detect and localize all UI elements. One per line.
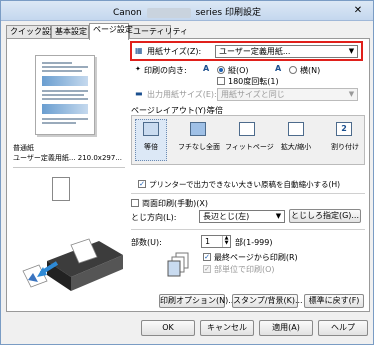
landscape-radio[interactable] [289, 66, 297, 74]
portrait-radio[interactable] [217, 66, 225, 74]
orientation-bullet: ✦ [135, 65, 141, 73]
defaults-button[interactable]: 標準に戻す(F) [304, 294, 364, 308]
tab-page-setup[interactable]: ページ設定 [89, 23, 133, 40]
layout-borderless-icon[interactable] [190, 122, 206, 136]
output-size-label: 出力用紙サイズ(E): [147, 90, 217, 99]
rotate180-label: 180度回転(1) [228, 77, 279, 86]
layout-normal-label: 等倍 [144, 143, 158, 151]
divider [131, 229, 365, 230]
page-layout-options: 等倍 フチなし全面 フィットページ 拡大/縮小 2 割り付け [131, 115, 365, 165]
copies-value: 1 [205, 237, 211, 246]
cancel-button[interactable]: キャンセル [200, 320, 254, 336]
title-bar: Canon series 印刷設定 ✕ [1, 1, 373, 21]
layout-scaled-label: 拡大/縮小 [280, 143, 312, 151]
title-brand: Canon [113, 8, 142, 18]
portrait-label: 縦(O) [228, 66, 249, 75]
stepper-arrows-icon[interactable]: ▲ ▼ [222, 236, 230, 247]
binding-select[interactable]: 長辺とじ(左) ▼ [199, 210, 285, 223]
duplex-label: 両面印刷(手動)(X) [142, 199, 208, 208]
copies-label: 部数(U): [131, 238, 162, 247]
copies-icon [167, 252, 189, 277]
landscape-icon: A [275, 64, 282, 73]
help-button[interactable]: ヘルプ [318, 320, 368, 336]
copies-range: 部(1-999) [235, 238, 273, 247]
tab-basic-settings[interactable]: 基本設定 [51, 25, 89, 39]
reverse-order-checkbox[interactable] [203, 253, 211, 261]
copies-stepper[interactable]: 1 ▲ ▼ [201, 235, 231, 248]
paper-size-icon: ▦ [135, 46, 143, 55]
layout-fit-page-label: フィットページ [225, 143, 274, 151]
chevron-down-icon: ▼ [275, 212, 282, 220]
margin-setting-button[interactable]: とじしろ指定(G)... [289, 209, 361, 223]
stamp-background-button[interactable]: スタンプ/背景(K)... [232, 294, 303, 308]
divider [13, 167, 125, 168]
media-size: ユーザー定義用紙... 210.0x297... [13, 154, 122, 162]
paper-size-label: 用紙サイズ(Z): [147, 47, 202, 56]
paper-size-select[interactable]: ユーザー定義用紙... ▼ [215, 45, 358, 58]
output-size-value: 用紙サイズと同じ [221, 90, 285, 99]
rotate180-checkbox[interactable] [217, 77, 225, 85]
title-suffix: series 印刷設定 [195, 8, 261, 18]
paper-size-value: ユーザー定義用紙... [219, 47, 291, 56]
auto-reduce-label: プリンターで出力できない大きい原稿を自動縮小する(H) [149, 180, 341, 189]
media-info: 普通紙 ユーザー定義用紙... 210.0x297... [13, 143, 123, 163]
reverse-order-label: 最終ページから印刷(R) [214, 253, 298, 262]
preview-image [42, 104, 88, 114]
layout-n-up-icon[interactable]: 2 [336, 122, 352, 136]
divider [131, 193, 365, 194]
apply-button[interactable]: 適用(A) [259, 320, 313, 336]
preview-image [42, 76, 88, 86]
binding-label: とじ方向(L): [131, 213, 177, 222]
media-type: 普通紙 [13, 144, 34, 152]
layout-fit-page-icon[interactable] [239, 122, 255, 136]
output-size-select[interactable]: 用紙サイズと同じ ▼ [217, 88, 358, 101]
window-title: Canon series 印刷設定 [1, 5, 373, 18]
chevron-down-icon: ▼ [348, 90, 355, 98]
printer-icon [22, 238, 123, 291]
landscape-label: 横(N) [300, 66, 321, 75]
portrait-icon: A [203, 64, 210, 73]
orientation-label: 印刷の向き: [144, 66, 187, 75]
layout-scaled-icon[interactable] [288, 122, 304, 136]
model-name-redacted [146, 7, 191, 18]
page-setup-panel: 普通紙 ユーザー定義用紙... 210.0x297... ▦ 用紙サイズ(Z):… [6, 38, 370, 312]
layout-n-up-label: 割り付け [331, 143, 359, 151]
collate-checkbox[interactable] [203, 265, 211, 273]
auto-reduce-checkbox[interactable] [138, 180, 146, 188]
page-icon [52, 177, 70, 201]
close-icon[interactable]: ✕ [347, 4, 369, 18]
tab-utility[interactable]: ユーティリティ [129, 25, 188, 39]
layout-borderless-label: フチなし全面 [178, 143, 220, 151]
printer-small-icon: ▬ [135, 89, 143, 98]
duplex-checkbox[interactable] [131, 199, 139, 207]
layout-normal-icon[interactable] [143, 122, 159, 136]
print-options-button[interactable]: 印刷オプション(N)... [159, 294, 236, 308]
print-settings-window: Canon series 印刷設定 ✕ クイック設定 基本設定 ページ設定 ユー… [0, 0, 374, 345]
collate-label: 部単位で印刷(O) [214, 265, 275, 274]
preview-page [35, 55, 95, 135]
binding-value: 長辺とじ(左) [203, 212, 250, 221]
chevron-down-icon: ▼ [348, 47, 355, 55]
ok-button[interactable]: OK [141, 320, 195, 336]
tab-quick-settings[interactable]: クイック設定 [6, 25, 58, 39]
